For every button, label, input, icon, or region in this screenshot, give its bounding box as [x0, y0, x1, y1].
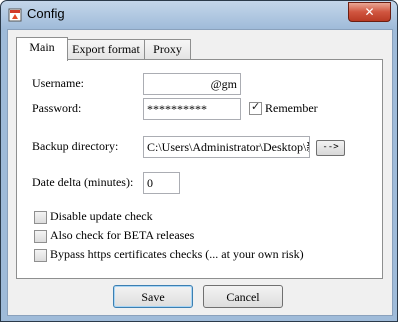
- password-label: Password:: [32, 101, 82, 115]
- main-tab-panel: Username: @gm Password: ********** ✓ Rem…: [16, 59, 383, 279]
- beta-releases-label: Also check for BETA releases: [50, 228, 195, 242]
- title-bar[interactable]: Config ✕: [1, 1, 397, 29]
- remember-checkbox[interactable]: ✓: [249, 100, 262, 115]
- date-delta-label: Date delta (minutes):: [32, 175, 134, 189]
- username-label: Username:: [32, 76, 84, 90]
- disable-update-check-label: Disable update check: [50, 209, 153, 223]
- tab-proxy[interactable]: Proxy: [144, 39, 191, 60]
- beta-releases-checkbox[interactable]: [34, 230, 47, 243]
- bypass-https-label: Bypass https certificates checks (... at…: [50, 247, 304, 261]
- remember-label: Remember: [265, 101, 318, 115]
- backup-directory-field[interactable]: C:\Users\Administrator\Desktop\新: [143, 136, 310, 158]
- date-delta-field[interactable]: 0: [143, 172, 180, 194]
- dialog-client-area: Main Export format Proxy Username: @gm P…: [7, 29, 393, 316]
- backup-directory-label: Backup directory:: [32, 139, 119, 153]
- browse-button[interactable]: -->: [316, 140, 345, 156]
- config-window: Config ✕ Main Export format Proxy Userna…: [0, 0, 398, 322]
- check-icon: ✓: [251, 100, 261, 113]
- save-button[interactable]: Save: [113, 285, 193, 308]
- username-field[interactable]: @gm: [143, 73, 241, 95]
- tab-export-format[interactable]: Export format: [66, 39, 146, 60]
- close-button[interactable]: ✕: [348, 2, 391, 22]
- window-title: Config: [27, 6, 65, 21]
- bypass-https-checkbox[interactable]: [34, 249, 47, 262]
- disable-update-check-checkbox[interactable]: [34, 211, 47, 224]
- cancel-button[interactable]: Cancel: [203, 285, 283, 308]
- tab-main[interactable]: Main: [16, 37, 68, 61]
- password-field[interactable]: **********: [143, 98, 241, 120]
- app-icon: [8, 8, 22, 22]
